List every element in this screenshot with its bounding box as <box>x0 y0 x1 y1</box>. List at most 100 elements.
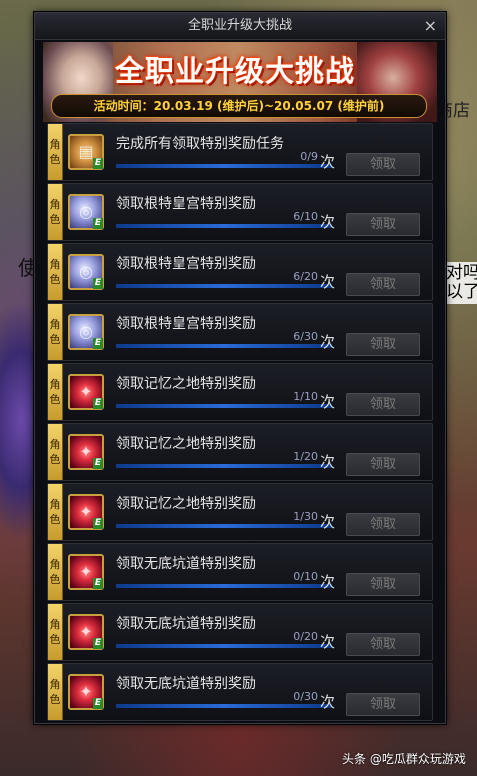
progress-count: 0/9 <box>300 150 318 163</box>
claim-button[interactable]: 领取 <box>346 153 420 176</box>
crystal-icon: ✦ E <box>68 614 104 650</box>
claim-button[interactable]: 领取 <box>346 393 420 416</box>
progress-bar <box>116 404 332 408</box>
role-tag-char: 角 <box>49 678 61 691</box>
claim-button[interactable]: 领取 <box>346 273 420 296</box>
times-label: 次 <box>319 513 335 531</box>
claim-button[interactable]: 领取 <box>346 333 420 356</box>
event-date: 活动时间：20.03.19 (维护后)~20.05.07 (维护前) <box>51 94 427 118</box>
role-tag-char: 色 <box>49 633 61 646</box>
task-row: 角色 ◎ E 领取根特皇宫特别奖励 6/10 次领取 <box>47 183 433 241</box>
role-tag-char: 角 <box>49 498 61 511</box>
role-tag-char: 角 <box>49 558 61 571</box>
role-tag-char: 角 <box>49 378 61 391</box>
times-label: 次 <box>319 573 335 591</box>
task-description: 完成所有领取特别奖励任务 <box>116 136 284 152</box>
role-tag: 角色 <box>48 664 63 720</box>
role-tag: 角色 <box>48 604 63 660</box>
e-badge-icon: E <box>92 698 103 709</box>
e-badge-icon: E <box>92 338 103 349</box>
task-description: 领取无底坑道特别奖励 <box>116 616 256 632</box>
crystal-icon: ✦ E <box>68 434 104 470</box>
progress-count: 1/20 <box>293 450 318 463</box>
times-label: 次 <box>319 693 335 711</box>
crystal-icon: ✦ E <box>68 374 104 410</box>
crystal-icon: ✦ E <box>68 494 104 530</box>
task-description: 领取记忆之地特别奖励 <box>116 376 256 392</box>
task-description: 领取根特皇宫特别奖励 <box>116 316 256 332</box>
claim-button[interactable]: 领取 <box>346 513 420 536</box>
progress-count: 6/10 <box>293 210 318 223</box>
claim-button[interactable]: 领取 <box>346 213 420 236</box>
close-button[interactable]: × <box>424 13 437 39</box>
task-description: 领取无底坑道特别奖励 <box>116 556 256 572</box>
times-label: 次 <box>319 213 335 231</box>
progress-bar <box>116 644 332 648</box>
role-tag-char: 色 <box>49 273 61 286</box>
progress-bar <box>116 524 332 528</box>
role-tag-char: 角 <box>49 138 61 151</box>
role-tag-char: 角 <box>49 258 61 271</box>
role-tag: 角色 <box>48 544 63 600</box>
claim-button[interactable]: 领取 <box>346 693 420 716</box>
progress-bar <box>116 284 332 288</box>
e-badge-icon: E <box>92 218 103 229</box>
role-tag-char: 色 <box>49 153 61 166</box>
e-badge-icon: E <box>92 158 103 169</box>
role-tag-char: 角 <box>49 618 61 631</box>
coin-icon: ◎ E <box>68 194 104 230</box>
task-description: 领取根特皇宫特别奖励 <box>116 196 256 212</box>
challenge-window: 全职业升级大挑战 × 全职业升级大挑战 活动时间：20.03.19 (维护后)~… <box>34 12 446 724</box>
task-row: 角色 ✦ E 领取记忆之地特别奖励 1/20 次领取 <box>47 423 433 481</box>
task-row: 角色 ✦ E 领取无底坑道特别奖励 0/10 次领取 <box>47 543 433 601</box>
task-description: 领取无底坑道特别奖励 <box>116 676 256 692</box>
role-tag-char: 色 <box>49 213 61 226</box>
progress-count: 6/20 <box>293 270 318 283</box>
times-label: 次 <box>319 273 335 291</box>
e-badge-icon: E <box>92 578 103 589</box>
e-badge-icon: E <box>92 398 103 409</box>
task-description: 领取记忆之地特别奖励 <box>116 496 256 512</box>
role-tag: 角色 <box>48 364 63 420</box>
role-tag-char: 角 <box>49 198 61 211</box>
role-tag-char: 色 <box>49 333 61 346</box>
role-tag: 角色 <box>48 184 63 240</box>
task-row: 角色 ✦ E 领取无底坑道特别奖励 0/30 次领取 <box>47 663 433 721</box>
e-badge-icon: E <box>92 638 103 649</box>
times-label: 次 <box>319 393 335 411</box>
task-description: 领取根特皇宫特别奖励 <box>116 256 256 272</box>
task-row: 角色 ✦ E 领取无底坑道特别奖励 0/20 次领取 <box>47 603 433 661</box>
progress-bar <box>116 584 332 588</box>
task-row: 角色 ◎ E 领取根特皇宫特别奖励 6/30 次领取 <box>47 303 433 361</box>
progress-count: 0/10 <box>293 570 318 583</box>
role-tag: 角色 <box>48 424 63 480</box>
times-label: 次 <box>319 633 335 651</box>
role-tag-char: 色 <box>49 393 61 406</box>
times-label: 次 <box>319 453 335 471</box>
progress-bar <box>116 164 332 168</box>
crystal-icon: ✦ E <box>68 674 104 710</box>
role-tag: 角色 <box>48 484 63 540</box>
e-badge-icon: E <box>92 518 103 529</box>
task-row: 角色 ✦ E 领取记忆之地特别奖励 1/10 次领取 <box>47 363 433 421</box>
crystal-icon: ✦ E <box>68 554 104 590</box>
role-tag-char: 角 <box>49 438 61 451</box>
role-tag-char: 色 <box>49 453 61 466</box>
task-row: 角色 ✦ E 领取记忆之地特别奖励 1/30 次领取 <box>47 483 433 541</box>
e-badge-icon: E <box>92 458 103 469</box>
task-row: 角色 ▤ E 完成所有领取特别奖励任务 0/9 次领取 <box>47 123 433 181</box>
times-label: 次 <box>319 333 335 351</box>
scroll-icon: ▤ E <box>68 134 104 170</box>
claim-button[interactable]: 领取 <box>346 453 420 476</box>
claim-button[interactable]: 领取 <box>346 573 420 596</box>
progress-count: 6/30 <box>293 330 318 343</box>
event-banner: 全职业升级大挑战 活动时间：20.03.19 (维护后)~20.05.07 (维… <box>43 42 437 122</box>
watermark: 头条 @吃瓜群众玩游戏 <box>342 752 466 766</box>
claim-button[interactable]: 领取 <box>346 633 420 656</box>
background-text-right: 对吗以了 <box>443 262 477 304</box>
role-tag: 角色 <box>48 124 63 180</box>
coin-icon: ◎ E <box>68 314 104 350</box>
role-tag-char: 色 <box>49 513 61 526</box>
progress-count: 1/30 <box>293 510 318 523</box>
progress-bar <box>116 464 332 468</box>
